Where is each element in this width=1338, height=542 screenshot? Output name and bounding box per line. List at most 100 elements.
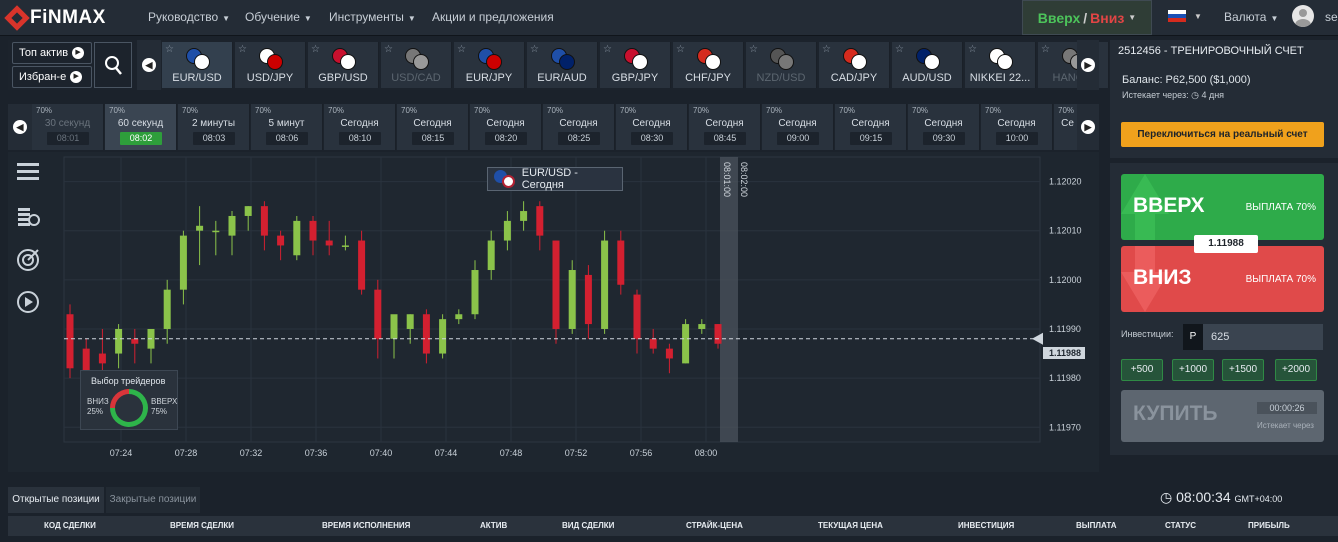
candle-body: [487, 240, 495, 271]
candle-body: [244, 206, 252, 216]
column-header[interactable]: СТАТУС: [1165, 521, 1196, 530]
column-header[interactable]: ТЕКУЩАЯ ЦЕНА: [818, 521, 883, 530]
plot-area: [63, 156, 1041, 443]
y-tick-label: 1.11980: [1049, 373, 1081, 383]
currency-symbol: Р: [1183, 324, 1203, 350]
candle-body: [406, 314, 414, 329]
quick-add-500-button[interactable]: +500: [1121, 359, 1163, 381]
candle-body: [277, 235, 285, 246]
traders-down-label: ВНИЗ: [87, 397, 109, 406]
user-name[interactable]: se: [1325, 10, 1338, 24]
put-down-payout: ВЫПЛАТА 70%: [1245, 274, 1316, 285]
column-header[interactable]: ИНВЕСТИЦИЯ: [958, 521, 1014, 530]
x-tick-label: 07:24: [110, 448, 133, 458]
chart-asset-text: EUR/USD - Сегодня: [521, 167, 578, 191]
candle-body: [228, 215, 236, 236]
language-flag-icon[interactable]: [1168, 10, 1186, 22]
column-header[interactable]: ВИД СДЕЛКИ: [562, 521, 614, 530]
candle-body: [309, 220, 317, 241]
x-tick-label: 07:48: [500, 448, 523, 458]
quick-add-1500-button[interactable]: +1500: [1222, 359, 1264, 381]
x-tick-label: 07:32: [240, 448, 263, 458]
candle-body: [163, 289, 171, 329]
candle-body: [698, 324, 706, 329]
candle-body: [633, 294, 641, 339]
tab-open-positions[interactable]: Открытые позиции: [8, 487, 104, 513]
candle-body: [601, 240, 609, 329]
traders-choice-widget: Выбор трейдеров ВНИЗ 25% ВВЕРХ 75%: [80, 370, 178, 430]
column-header[interactable]: АКТИВ: [480, 521, 507, 530]
clock-time: 08:00:34: [1176, 489, 1231, 505]
server-clock: ◷ 08:00:34 GMT+04:00: [1160, 489, 1282, 506]
chevron-down-icon: ▼: [1270, 14, 1279, 23]
candle-body: [503, 220, 511, 241]
column-header[interactable]: СТРАЙК-ЦЕНА: [686, 521, 743, 530]
traders-ring: [110, 389, 148, 427]
column-header[interactable]: ВРЕМЯ ИСПОЛНЕНИЯ: [322, 521, 410, 530]
y-tick-label: 1.12010: [1049, 226, 1082, 236]
candle-body: [66, 314, 74, 369]
buy-timer-label: Истекает через: [1257, 421, 1314, 430]
x-tick-label: 07:40: [370, 448, 393, 458]
user-avatar-icon[interactable]: [1292, 5, 1314, 27]
call-up-label: ВВЕРХ: [1133, 194, 1205, 217]
chevron-down-icon[interactable]: ▼: [1194, 12, 1202, 21]
column-header[interactable]: ВЫПЛАТА: [1076, 521, 1117, 530]
candle-body: [439, 319, 447, 354]
strike-price: 1.11988: [1194, 235, 1258, 253]
buy-button[interactable]: КУПИТЬ 00:00:26 Истекает через: [1121, 390, 1324, 442]
investment-input[interactable]: [1203, 324, 1323, 350]
buy-timer: 00:00:26: [1257, 402, 1317, 414]
expiry-band: [720, 157, 738, 442]
y-tick-label: 1.12020: [1049, 177, 1082, 187]
y-tick-label: 1.11970: [1049, 422, 1081, 432]
candle-body: [131, 338, 139, 344]
y-tick-label: 1.11990: [1049, 324, 1081, 334]
candle-body: [568, 270, 576, 329]
candle-body: [584, 274, 592, 325]
account-title: 2512456 - ТРЕНИРОВОЧНЫЙ СЧЕТ: [1118, 45, 1304, 57]
candle-body: [471, 270, 479, 315]
candle-body: [422, 314, 430, 354]
y-tick-label: 1.12000: [1049, 275, 1082, 285]
expiry-marker-label: 08:02:00: [739, 162, 749, 197]
tab-closed-positions[interactable]: Закрытые позиции: [106, 487, 200, 513]
eurusd-flag-icon: [494, 170, 516, 188]
traders-title: Выбор трейдеров: [91, 376, 166, 386]
x-tick-label: 07:52: [565, 448, 588, 458]
column-header[interactable]: КОД СДЕЛКИ: [44, 521, 96, 530]
currency-menu[interactable]: Валюта ▼: [1224, 10, 1278, 24]
put-down-label: ВНИЗ: [1133, 266, 1192, 289]
clock-timezone: GMT+04:00: [1234, 494, 1283, 504]
call-up-button[interactable]: ВВЕРХ ВЫПЛАТА 70%: [1121, 174, 1324, 240]
traders-up-pct: 75%: [151, 407, 168, 416]
switch-real-account-button[interactable]: Переключиться на реальный счет: [1121, 122, 1324, 147]
x-tick-label: 07:44: [435, 448, 458, 458]
quick-add-2000-button[interactable]: +2000: [1275, 359, 1317, 381]
buy-label: КУПИТЬ: [1133, 402, 1218, 425]
column-header[interactable]: ПРИБЫЛЬ: [1248, 521, 1290, 530]
column-header[interactable]: ВРЕМЯ СДЕЛКИ: [170, 521, 234, 530]
put-down-button[interactable]: ВНИЗ ВЫПЛАТА 70%: [1121, 246, 1324, 312]
candle-body: [649, 338, 657, 349]
candle-body: [115, 328, 123, 354]
candle-body: [374, 289, 382, 339]
candle-body: [536, 206, 544, 236]
candle-body: [358, 240, 366, 290]
candle-body: [325, 240, 333, 246]
x-tick-label: 07:56: [630, 448, 653, 458]
candle-body: [390, 314, 398, 339]
quick-add-1000-button[interactable]: +1000: [1172, 359, 1214, 381]
account-expiry: Истекает через: ◷ 4 дня: [1122, 90, 1225, 100]
candle-body: [293, 220, 301, 256]
x-tick-label: 08:00: [695, 448, 718, 458]
candle-body: [665, 348, 673, 359]
candle-body: [552, 240, 560, 329]
chart-asset-label[interactable]: EUR/USD - Сегодня: [487, 167, 623, 191]
traders-up-label: ВВЕРХ: [151, 397, 178, 406]
traders-down-pct: 25%: [87, 407, 104, 416]
candle-body: [212, 230, 220, 233]
candle-body: [520, 211, 528, 221]
x-tick-label: 07:36: [305, 448, 328, 458]
call-up-payout: ВЫПЛАТА 70%: [1245, 202, 1316, 213]
